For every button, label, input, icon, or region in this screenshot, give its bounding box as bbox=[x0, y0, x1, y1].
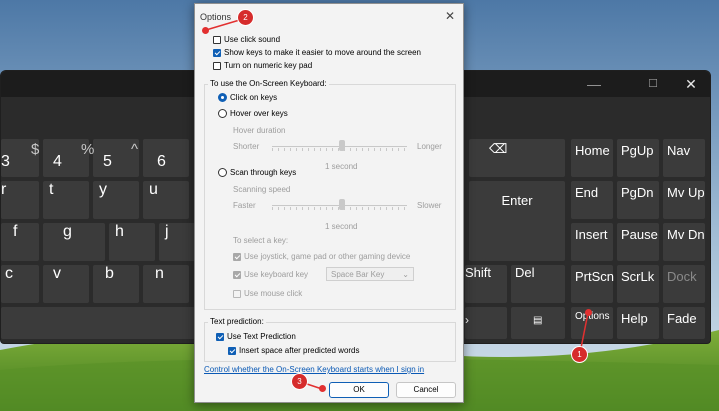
numeric-keypad-checkbox[interactable]: Turn on numeric key pad bbox=[213, 61, 312, 70]
key-end[interactable]: End bbox=[571, 181, 613, 219]
key-g[interactable]: g bbox=[43, 223, 105, 261]
scanning-speed-label: Scanning speed bbox=[233, 185, 291, 194]
radio-button bbox=[218, 168, 227, 177]
key-fade[interactable]: Fade bbox=[663, 307, 705, 339]
arrow-key[interactable]: › bbox=[465, 307, 507, 339]
keyboard-key-select[interactable]: Space Bar Key ⌄ bbox=[326, 267, 414, 281]
key-6[interactable]: ^ 6 bbox=[131, 139, 189, 177]
enter-key[interactable]: Enter bbox=[469, 181, 565, 261]
insert-space-checkbox[interactable]: Insert space after predicted words bbox=[228, 346, 360, 355]
key-mv-dn[interactable]: Mv Dn bbox=[663, 223, 705, 261]
dialog-title: Options bbox=[200, 12, 232, 22]
key-pgdn[interactable]: PgDn bbox=[617, 181, 659, 219]
hover-duration-label: Hover duration bbox=[233, 126, 286, 135]
scanning-speed-slider[interactable] bbox=[272, 199, 407, 210]
checkbox-box bbox=[213, 35, 221, 44]
annotation-badge-2: 2 bbox=[238, 10, 253, 25]
annotation-dot bbox=[202, 27, 209, 34]
options-key[interactable]: Options bbox=[571, 307, 613, 339]
annotation-badge-3: 3 bbox=[292, 374, 307, 389]
checkbox-box bbox=[233, 289, 241, 298]
annotation-badge-1: 1 bbox=[572, 347, 587, 362]
joystick-checkbox[interactable]: Use joystick, game pad or other gaming d… bbox=[233, 252, 410, 261]
checkbox-box bbox=[216, 332, 224, 341]
checkbox-box bbox=[213, 48, 221, 57]
faster-label: Faster bbox=[233, 201, 256, 210]
click-on-keys-radio[interactable]: Click on keys bbox=[218, 93, 277, 102]
key-h[interactable]: h bbox=[109, 223, 155, 261]
ok-button[interactable]: OK bbox=[329, 382, 389, 398]
key-j[interactable]: j bbox=[159, 223, 195, 261]
longer-label: Longer bbox=[417, 142, 442, 151]
control-startup-link[interactable]: Control whether the On-Screen Keyboard s… bbox=[204, 365, 424, 374]
key-y[interactable]: y bbox=[93, 181, 139, 219]
radio-button bbox=[218, 109, 227, 118]
use-text-prediction-checkbox[interactable]: Use Text Prediction bbox=[216, 332, 296, 341]
key-home[interactable]: Home bbox=[571, 139, 613, 177]
scan-through-keys-radio[interactable]: Scan through keys bbox=[218, 168, 296, 177]
backspace-key[interactable]: ⌫ bbox=[469, 139, 565, 177]
key-mv-up[interactable]: Mv Up bbox=[663, 181, 705, 219]
key-f[interactable]: f bbox=[1, 223, 39, 261]
menu-icon: ▤ bbox=[533, 315, 543, 326]
radio-button bbox=[218, 93, 227, 102]
use-click-sound-checkbox[interactable]: Use click sound bbox=[213, 35, 280, 44]
key-u[interactable]: u bbox=[143, 181, 189, 219]
annotation-dot bbox=[319, 385, 326, 392]
shift-key[interactable]: Shift bbox=[465, 265, 507, 303]
key-r[interactable]: r bbox=[1, 181, 39, 219]
key-c[interactable]: c bbox=[1, 265, 39, 303]
maximize-button[interactable]: ☐ bbox=[635, 74, 671, 94]
use-keyboard-group-label: To use the On-Screen Keyboard: bbox=[208, 79, 329, 88]
key-help[interactable]: Help bbox=[617, 307, 659, 339]
chevron-down-icon: ⌄ bbox=[402, 270, 409, 279]
checkbox-box bbox=[233, 270, 241, 279]
slower-label: Slower bbox=[417, 201, 442, 210]
close-button[interactable]: ✕ bbox=[673, 74, 709, 94]
to-select-key-label: To select a key: bbox=[233, 236, 289, 245]
minimize-button[interactable]: — bbox=[576, 74, 612, 94]
scanning-speed-value: 1 second bbox=[325, 222, 358, 231]
shorter-label: Shorter bbox=[233, 142, 260, 151]
key-nav[interactable]: Nav bbox=[663, 139, 705, 177]
options-dialog: Options ✕ Use click sound Show keys to m… bbox=[194, 3, 464, 403]
hover-duration-value: 1 second bbox=[325, 162, 358, 171]
key-pause[interactable]: Pause bbox=[617, 223, 659, 261]
key-v[interactable]: v bbox=[43, 265, 89, 303]
key-dock[interactable]: Dock bbox=[663, 265, 705, 303]
key-b[interactable]: b bbox=[93, 265, 139, 303]
slider-thumb[interactable] bbox=[339, 140, 345, 151]
key-scrlk[interactable]: ScrLk bbox=[617, 265, 659, 303]
checkbox-box bbox=[228, 346, 236, 355]
annotation-dot bbox=[585, 309, 592, 316]
hover-duration-slider[interactable] bbox=[272, 140, 407, 151]
text-prediction-group bbox=[204, 322, 456, 362]
key-prtscn[interactable]: PrtScn bbox=[571, 265, 614, 303]
dialog-close-button[interactable]: ✕ bbox=[445, 9, 455, 23]
show-keys-checkbox[interactable]: Show keys to make it easier to move arou… bbox=[213, 48, 421, 57]
slider-thumb[interactable] bbox=[339, 199, 345, 210]
key-n[interactable]: n bbox=[143, 265, 189, 303]
key-t[interactable]: t bbox=[43, 181, 89, 219]
cancel-button[interactable]: Cancel bbox=[396, 382, 456, 398]
use-keyboard-key-checkbox[interactable]: Use keyboard key bbox=[233, 270, 308, 279]
use-mouse-click-checkbox[interactable]: Use mouse click bbox=[233, 289, 302, 298]
checkbox-box bbox=[233, 252, 241, 261]
space-left-key[interactable] bbox=[1, 307, 195, 339]
key-insert[interactable]: Insert bbox=[571, 223, 613, 261]
backspace-icon: ⌫ bbox=[489, 141, 508, 156]
text-prediction-label: Text prediction: bbox=[208, 317, 266, 326]
key-pgup[interactable]: PgUp bbox=[617, 139, 659, 177]
hover-over-keys-radio[interactable]: Hover over keys bbox=[218, 109, 288, 118]
menu-key[interactable]: ▤ bbox=[511, 307, 565, 339]
delete-key[interactable]: Del bbox=[511, 265, 565, 303]
checkbox-box bbox=[213, 61, 221, 70]
